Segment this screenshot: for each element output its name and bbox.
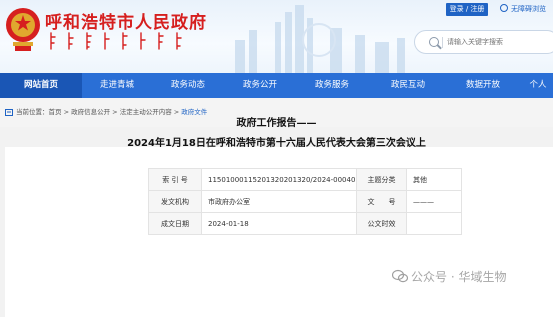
wechat-logo-icon — [392, 269, 408, 283]
index-value: 115010001152013202013​20/2024-00040 — [201, 168, 357, 191]
nav-item-gov-disclosure[interactable]: 政务公开 — [224, 73, 296, 98]
national-emblem-logo — [6, 8, 40, 51]
main-nav: 网站首页 走进青城 政务动态 政务公开 政务服务 政民互动 数据开放 个人 — [0, 73, 553, 98]
accessibility-link[interactable]: 无障碍浏览 — [500, 3, 546, 16]
nav-item-gov-services[interactable]: 政务服务 — [296, 73, 368, 98]
document-title: 政府工作报告—— — [236, 118, 317, 129]
issuer-label: 发文机构 — [148, 190, 202, 213]
city-skyline-illustration — [235, 5, 405, 73]
search-box — [414, 30, 553, 54]
index-label: 索 引 号 — [148, 168, 202, 191]
search-icon[interactable] — [429, 37, 439, 47]
document-meta-table: 索 引 号 115010001152013202013​20/2024-0004… — [148, 168, 462, 235]
login-register-button[interactable]: 登录 / 注册 — [446, 3, 488, 16]
mongolian-script-title — [50, 32, 182, 50]
docno-label: 文 号 — [356, 190, 407, 213]
search-divider — [442, 37, 443, 48]
validity-label: 公文时效 — [356, 212, 407, 235]
accessibility-label: 无障碍浏览 — [511, 5, 546, 13]
nav-item-personal[interactable]: 个人 — [518, 73, 553, 98]
wechat-watermark: 公众号 · 华域生物 — [392, 268, 506, 288]
watermark-text: 公众号 · 华域生物 — [411, 270, 507, 284]
document-subtitle: 2024年1月18日在呼和浩特市第十六届人民代表大会第三次会议上 — [127, 138, 426, 149]
nav-item-about-city[interactable]: 走进青城 — [82, 73, 152, 98]
topic-label: 主题分类 — [356, 168, 407, 191]
date-label: 成文日期 — [148, 212, 202, 235]
nav-item-home[interactable]: 网站首页 — [0, 73, 82, 98]
topic-value: 其他 — [406, 168, 462, 191]
validity-value — [406, 212, 462, 235]
table-row: 索 引 号 115010001152013202013​20/2024-0004… — [148, 168, 462, 191]
date-value: 2024-01-18 — [201, 212, 357, 235]
document-card: 索 引 号 115010001152013202013​20/2024-0004… — [5, 147, 553, 317]
table-row: 发文机构 市政府办公室 文 号 ——— — [148, 190, 462, 213]
site-header: 呼和浩特市人民政府 登录 / 注册 无障碍浏览 — [0, 0, 553, 73]
docno-value: ——— — [406, 190, 462, 213]
table-row: 成文日期 2024-01-18 公文时效 — [148, 212, 462, 235]
nav-item-interaction[interactable]: 政民互动 — [368, 73, 448, 98]
issuer-value: 市政府办公室 — [201, 190, 357, 213]
search-input[interactable] — [447, 31, 553, 53]
nav-item-gov-news[interactable]: 政务动态 — [152, 73, 224, 98]
accessibility-icon — [500, 4, 508, 12]
nav-item-open-data[interactable]: 数据开放 — [448, 73, 518, 98]
